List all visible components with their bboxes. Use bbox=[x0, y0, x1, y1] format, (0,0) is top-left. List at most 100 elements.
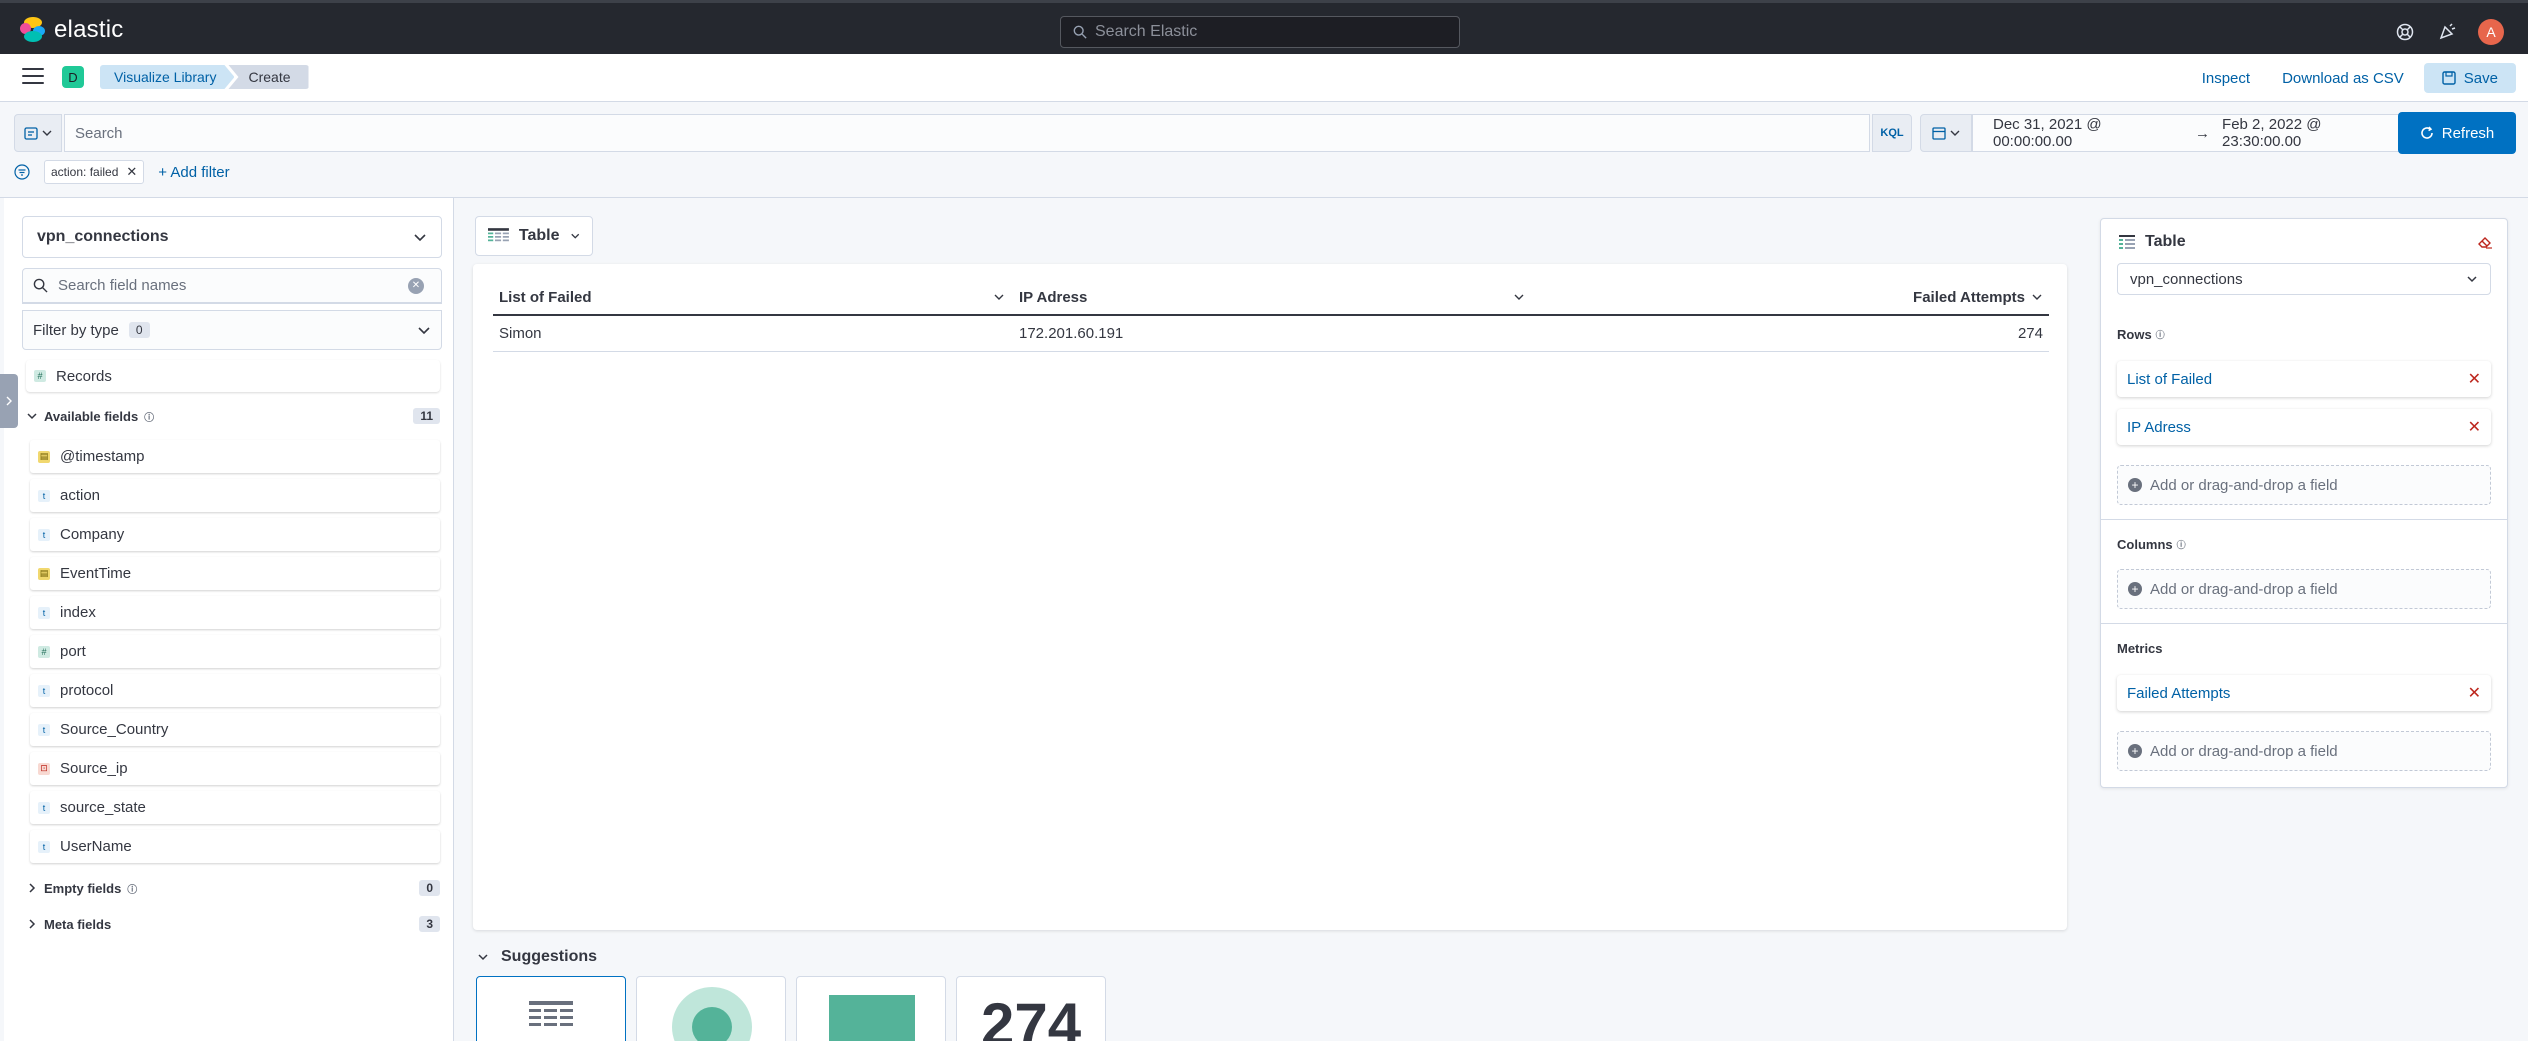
eraser-icon[interactable] bbox=[2477, 235, 2493, 254]
row-dimension-list-of-failed[interactable]: List of Failed ✕ bbox=[2117, 361, 2491, 397]
chevron-down-icon[interactable] bbox=[2031, 291, 2043, 303]
field-name: Company bbox=[60, 526, 125, 543]
layer-index-pattern-value: vpn_connections bbox=[2130, 270, 2243, 288]
suggestion-bar[interactable] bbox=[796, 976, 946, 1041]
layer-index-pattern-select[interactable]: vpn_connections bbox=[2117, 263, 2491, 295]
field-item[interactable]: ▤ EventTime bbox=[30, 557, 440, 590]
field-item[interactable]: t Company bbox=[30, 518, 440, 551]
available-fields-accordion[interactable]: Available fields ⓘ 11 bbox=[26, 402, 440, 430]
field-search-input[interactable] bbox=[58, 277, 398, 294]
field-item[interactable]: t source_state bbox=[30, 791, 440, 824]
rows-label: Rows ⓘ bbox=[2117, 327, 2165, 342]
help-icon[interactable] bbox=[2394, 21, 2416, 43]
suggestion-metric-value: 274 bbox=[981, 991, 1082, 1041]
chevron-right-icon bbox=[29, 919, 36, 929]
breadcrumb: Visualize Library Create bbox=[100, 65, 309, 89]
menu-icon[interactable] bbox=[22, 68, 44, 88]
available-fields-count: 11 bbox=[413, 408, 440, 424]
query-bar: KQL Dec 31, 2021 @ 00:00:00.00 → Feb 2, … bbox=[0, 102, 2528, 198]
query-input[interactable] bbox=[75, 124, 1869, 142]
newsfeed-icon[interactable] bbox=[2436, 21, 2458, 43]
field-item[interactable]: t Source_Country bbox=[30, 713, 440, 746]
chevron-down-icon[interactable] bbox=[993, 291, 1005, 303]
download-csv-link[interactable]: Download as CSV bbox=[2270, 70, 2416, 87]
chart-type-switcher[interactable]: Table bbox=[475, 216, 593, 256]
global-search[interactable] bbox=[1060, 16, 1460, 48]
save-icon bbox=[2442, 71, 2456, 85]
add-filter-link[interactable]: + Add filter bbox=[158, 164, 229, 181]
elastic-logo-icon bbox=[20, 17, 46, 43]
date-type-icon: ▤ bbox=[38, 567, 50, 580]
available-fields-label: Available fields bbox=[44, 408, 139, 424]
string-type-icon: t bbox=[38, 723, 50, 736]
row-dimension-ip-adress[interactable]: IP Adress ✕ bbox=[2117, 409, 2491, 445]
saved-query-icon bbox=[24, 127, 38, 140]
filter-by-type-button[interactable]: Filter by type 0 bbox=[22, 310, 442, 350]
string-type-icon: t bbox=[38, 528, 50, 541]
field-item[interactable]: # port bbox=[30, 635, 440, 668]
field-item[interactable]: ▤ @timestamp bbox=[30, 440, 440, 473]
column-header-label: Failed Attempts bbox=[1913, 288, 2025, 306]
plus-icon: + bbox=[2128, 744, 2142, 758]
saved-query-button[interactable] bbox=[14, 114, 62, 152]
search-icon bbox=[1073, 25, 1087, 39]
empty-fields-accordion[interactable]: Empty fields ⓘ 0 bbox=[26, 874, 440, 902]
records-label: Records bbox=[56, 367, 112, 385]
collapse-sidebar-handle[interactable] bbox=[0, 374, 18, 428]
table-row: Simon 172.201.60.191 274 bbox=[493, 316, 2049, 352]
remove-icon[interactable]: ✕ bbox=[2468, 417, 2481, 437]
metric-dimension-failed-attempts[interactable]: Failed Attempts ✕ bbox=[2117, 675, 2491, 711]
chevron-down-icon bbox=[1950, 130, 1960, 136]
remove-icon[interactable]: ✕ bbox=[2468, 683, 2481, 703]
close-icon[interactable]: ✕ bbox=[126, 164, 137, 180]
global-search-input[interactable] bbox=[1095, 23, 1435, 41]
donut-chart-icon bbox=[672, 987, 752, 1041]
ip-type-icon: ⊡ bbox=[38, 762, 50, 775]
data-table: List of Failed IP Adress Failed Attempts… bbox=[493, 280, 2049, 352]
string-type-icon: t bbox=[38, 801, 50, 814]
add-row-field[interactable]: + Add or drag-and-drop a field bbox=[2117, 465, 2491, 505]
drag-handle-icon bbox=[6, 396, 12, 406]
add-metric-field[interactable]: + Add or drag-and-drop a field bbox=[2117, 731, 2491, 771]
field-item[interactable]: t action bbox=[30, 479, 440, 512]
breadcrumb-visualize-library[interactable]: Visualize Library bbox=[100, 65, 234, 89]
field-item[interactable]: ⊡ Source_ip bbox=[30, 752, 440, 785]
suggestion-metric[interactable]: 274 bbox=[956, 976, 1106, 1041]
add-column-field[interactable]: + Add or drag-and-drop a field bbox=[2117, 569, 2491, 609]
table-header-row: List of Failed IP Adress Failed Attempts bbox=[493, 280, 2049, 316]
save-button[interactable]: Save bbox=[2423, 63, 2516, 93]
quick-date-menu-button[interactable] bbox=[1920, 114, 1972, 152]
field-name: UserName bbox=[60, 838, 132, 855]
index-pattern-select[interactable]: vpn_connections bbox=[22, 216, 442, 258]
filter-pill[interactable]: action: failed ✕ bbox=[44, 160, 145, 184]
remove-icon[interactable]: ✕ bbox=[2468, 369, 2481, 389]
inspect-link[interactable]: Inspect bbox=[2190, 70, 2262, 87]
column-header-list-of-failed[interactable]: List of Failed bbox=[493, 289, 1013, 306]
string-type-icon: t bbox=[38, 840, 50, 853]
refresh-button[interactable]: Refresh bbox=[2398, 112, 2516, 154]
suggestion-table[interactable] bbox=[476, 976, 626, 1041]
field-item[interactable]: t UserName bbox=[30, 830, 440, 863]
filter-options-icon[interactable] bbox=[14, 164, 30, 180]
date-end[interactable]: Feb 2, 2022 @ 23:30:00.00 bbox=[2222, 116, 2403, 150]
space-avatar[interactable]: D bbox=[62, 66, 84, 88]
clear-icon[interactable]: ✕ bbox=[408, 277, 424, 294]
meta-fields-accordion[interactable]: Meta fields 3 bbox=[26, 910, 440, 938]
field-item[interactable]: t protocol bbox=[30, 674, 440, 707]
elastic-logo[interactable]: elastic bbox=[20, 16, 123, 44]
suggestion-donut[interactable] bbox=[636, 976, 786, 1041]
suggestions-toggle[interactable]: Suggestions bbox=[477, 948, 597, 966]
chevron-down-icon[interactable] bbox=[1513, 291, 1525, 303]
field-item[interactable]: t index bbox=[30, 596, 440, 629]
info-icon: ⓘ bbox=[2176, 540, 2186, 550]
query-language-button[interactable]: KQL bbox=[1872, 114, 1912, 152]
column-header-ip-adress[interactable]: IP Adress bbox=[1013, 289, 1533, 306]
add-field-label: Add or drag-and-drop a field bbox=[2150, 476, 2338, 494]
dimension-label: Failed Attempts bbox=[2127, 684, 2231, 702]
date-start[interactable]: Dec 31, 2021 @ 00:00:00.00 bbox=[1993, 116, 2183, 150]
empty-fields-label: Empty fields bbox=[44, 880, 122, 896]
layer-title-label: Table bbox=[2145, 233, 2186, 250]
user-avatar[interactable]: A bbox=[2478, 19, 2504, 45]
column-header-failed-attempts[interactable]: Failed Attempts bbox=[1533, 289, 2049, 306]
records-field[interactable]: # Records bbox=[26, 360, 440, 392]
